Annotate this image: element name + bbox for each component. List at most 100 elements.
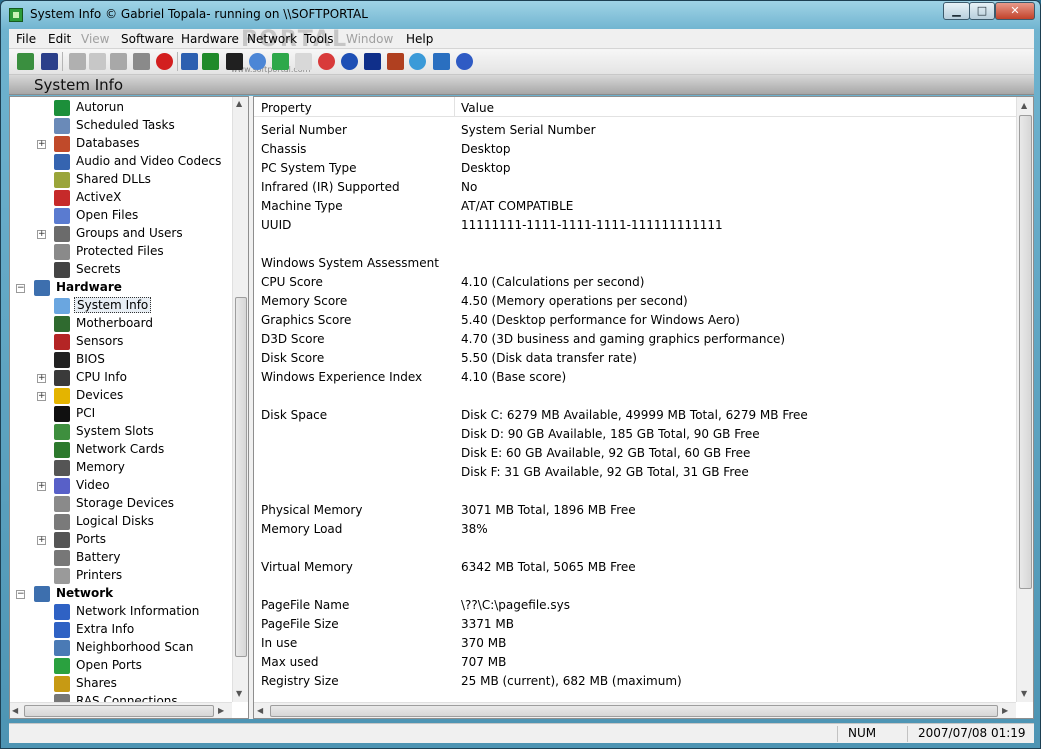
tree-item-label: Battery xyxy=(76,550,121,564)
table-row[interactable]: Memory Score 4.50 (Memory operations per … xyxy=(254,292,1016,311)
scroll-up-arrow-icon[interactable]: ▲ xyxy=(236,99,242,108)
menu-window[interactable]: Window xyxy=(346,32,393,46)
table-row[interactable] xyxy=(254,387,1016,406)
table-row[interactable]: Physical Memory 3071 MB Total, 1896 MB Fr… xyxy=(254,501,1016,520)
column-header-value[interactable]: Value xyxy=(461,101,494,115)
table-row[interactable] xyxy=(254,539,1016,558)
copy-icon[interactable] xyxy=(89,53,106,70)
system-slots-icon xyxy=(54,424,70,440)
stop-icon[interactable] xyxy=(156,53,173,70)
codecs-icon xyxy=(54,154,70,170)
table-row[interactable]: Disk Space Disk C: 6279 MB Available, 499… xyxy=(254,406,1016,425)
expand-icon[interactable]: + xyxy=(37,374,46,383)
table-row[interactable]: Disk E: 60 GB Available, 92 GB Total, 60… xyxy=(254,444,1016,463)
table-row[interactable]: Registry Size 25 MB (current), 682 MB (ma… xyxy=(254,672,1016,691)
document-icon[interactable] xyxy=(295,53,312,70)
table-row[interactable] xyxy=(254,235,1016,254)
table-row[interactable]: CPU Score 4.10 (Calculations per second) xyxy=(254,273,1016,292)
tree-hscroll-thumb[interactable] xyxy=(24,705,214,717)
table-row[interactable]: Disk D: 90 GB Available, 185 GB Total, 9… xyxy=(254,425,1016,444)
table-row[interactable]: Infrared (IR) Supported No xyxy=(254,178,1016,197)
table-row[interactable] xyxy=(254,577,1016,596)
table-row[interactable]: Windows System Assessment xyxy=(254,254,1016,273)
table-row[interactable]: UUID 11111111-1111-1111-1111-111111111111 xyxy=(254,216,1016,235)
table-row[interactable]: Max used 707 MB xyxy=(254,653,1016,672)
scroll-down-arrow-icon[interactable]: ▼ xyxy=(236,689,242,698)
print-icon[interactable] xyxy=(133,53,150,70)
tree-view[interactable]: Autorun Scheduled Tasks Databases + Audio an… xyxy=(9,96,249,719)
menu-hardware[interactable]: Hardware xyxy=(181,32,239,46)
table-row[interactable]: Graphics Score 5.40 (Desktop performance … xyxy=(254,311,1016,330)
shield-icon[interactable] xyxy=(364,53,381,70)
list-horizontal-scrollbar[interactable]: ◀ ▶ xyxy=(254,702,1016,718)
tools-icon[interactable] xyxy=(387,53,404,70)
expand-icon[interactable]: + xyxy=(37,230,46,239)
web-icon[interactable] xyxy=(409,53,426,70)
menu-tools[interactable]: Tools xyxy=(304,32,334,46)
performance-icon[interactable] xyxy=(202,53,219,70)
paste-icon[interactable] xyxy=(110,53,127,70)
column-header-property[interactable]: Property xyxy=(261,101,312,115)
list-scroll-thumb[interactable] xyxy=(1019,115,1032,589)
ports-icon xyxy=(54,532,70,548)
menu-file[interactable]: File xyxy=(16,32,36,46)
table-row[interactable]: PC System Type Desktop xyxy=(254,159,1016,178)
menu-view[interactable]: View xyxy=(81,32,109,46)
clock-icon[interactable] xyxy=(318,53,335,70)
menu-software[interactable]: Software xyxy=(121,32,174,46)
graph-icon[interactable] xyxy=(226,53,243,70)
scroll-right-arrow-icon[interactable]: ▶ xyxy=(1002,706,1008,715)
close-button[interactable]: ✕ xyxy=(995,2,1035,20)
collapse-icon[interactable]: − xyxy=(16,284,25,293)
network-icon[interactable] xyxy=(249,53,266,70)
table-row[interactable]: Chassis Desktop xyxy=(254,140,1016,159)
table-row[interactable]: Disk F: 31 GB Available, 92 GB Total, 31… xyxy=(254,463,1016,482)
table-row[interactable]: Windows Experience Index 4.10 (Base score… xyxy=(254,368,1016,387)
table-row[interactable]: Serial Number System Serial Number xyxy=(254,121,1016,140)
scroll-right-arrow-icon[interactable]: ▶ xyxy=(218,706,224,715)
minimize-button[interactable]: ▁ xyxy=(943,2,970,20)
table-row[interactable]: Memory Load 38% xyxy=(254,520,1016,539)
table-row[interactable]: Virtual Memory 6342 MB Total, 5065 MB Fre… xyxy=(254,558,1016,577)
help-icon[interactable] xyxy=(456,53,473,70)
menu-help[interactable]: Help xyxy=(406,32,433,46)
expand-icon[interactable]: + xyxy=(37,140,46,149)
report-icon[interactable] xyxy=(181,53,198,70)
table-row[interactable]: Machine Type AT/AT COMPATIBLE xyxy=(254,197,1016,216)
exit-icon[interactable] xyxy=(17,53,34,70)
table-row[interactable]: D3D Score 4.70 (3D business and gaming gr… xyxy=(254,330,1016,349)
table-row[interactable]: PageFile Name \??\C:\pagefile.sys xyxy=(254,596,1016,615)
tree-item-label: Network xyxy=(56,586,114,600)
list-vertical-scrollbar[interactable]: ▲ ▼ xyxy=(1016,97,1033,702)
details-list[interactable]: Property Value Serial Number System Seria… xyxy=(253,96,1034,719)
scroll-left-arrow-icon[interactable]: ◀ xyxy=(12,706,18,715)
info-icon[interactable] xyxy=(433,53,450,70)
list-hscroll-thumb[interactable] xyxy=(270,705,998,717)
table-row[interactable] xyxy=(254,482,1016,501)
save-icon[interactable] xyxy=(41,53,58,70)
collapse-icon[interactable]: − xyxy=(16,590,25,599)
title-bar[interactable]: System Info © Gabriel Topala- running on… xyxy=(1,1,1040,29)
cut-icon[interactable] xyxy=(69,53,86,70)
menu-network[interactable]: Network xyxy=(247,32,297,46)
globe-icon[interactable] xyxy=(341,53,358,70)
expand-icon[interactable]: + xyxy=(37,536,46,545)
expand-icon[interactable]: + xyxy=(37,392,46,401)
cell-property: Infrared (IR) Supported xyxy=(261,180,400,194)
refresh-icon[interactable] xyxy=(272,53,289,70)
table-row[interactable]: PageFile Size 3371 MB xyxy=(254,615,1016,634)
cell-property: Virtual Memory xyxy=(261,560,353,574)
expand-icon[interactable]: + xyxy=(37,482,46,491)
scroll-up-arrow-icon[interactable]: ▲ xyxy=(1021,101,1027,110)
app-icon[interactable] xyxy=(9,8,23,22)
table-row[interactable]: Disk Score 5.50 (Disk data transfer rate) xyxy=(254,349,1016,368)
scroll-down-arrow-icon[interactable]: ▼ xyxy=(1021,689,1027,698)
scroll-left-arrow-icon[interactable]: ◀ xyxy=(257,706,263,715)
tree-scroll-thumb[interactable] xyxy=(235,297,247,657)
tree-vertical-scrollbar[interactable]: ▲ ▼ xyxy=(232,97,248,702)
table-row[interactable]: In use 370 MB xyxy=(254,634,1016,653)
maximize-button[interactable]: □ xyxy=(969,2,995,20)
column-divider[interactable] xyxy=(454,97,455,117)
menu-edit[interactable]: Edit xyxy=(48,32,71,46)
tree-horizontal-scrollbar[interactable]: ◀ ▶ xyxy=(10,702,232,718)
